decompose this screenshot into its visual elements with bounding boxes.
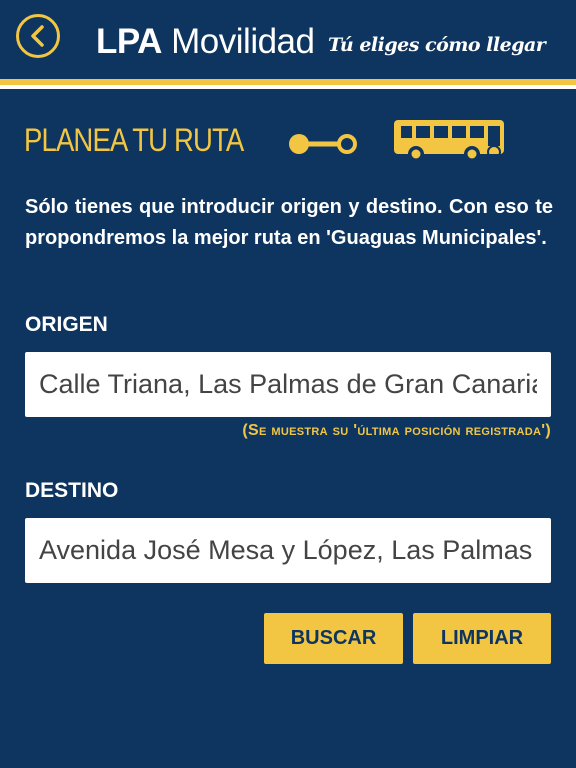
intro-text: Sólo tienes que introducir origen y dest… [25, 196, 553, 249]
route-icon [289, 134, 357, 154]
app-tagline: Tú eliges cómo llegar [328, 34, 546, 56]
origin-label: ORIGEN [25, 313, 108, 336]
chevron-left-icon [31, 25, 44, 47]
bus-icon [394, 120, 504, 162]
planner-screen: LPA Movilidad Tú eliges cómo llegar PLAN… [0, 0, 576, 768]
destination-label: DESTINO [25, 479, 119, 502]
app-title-light: Movilidad [171, 22, 315, 61]
section-title: PLANEA TU RUTA [24, 122, 244, 158]
destination-input[interactable] [25, 518, 551, 583]
clear-button[interactable]: LIMPIAR [413, 613, 551, 664]
origin-hint: (Se muestra su 'última posición registra… [242, 422, 551, 439]
app-title-bold: LPA [96, 22, 162, 61]
header-divider-white [0, 85, 576, 89]
origin-input[interactable] [25, 352, 551, 417]
app-title: LPA Movilidad [96, 20, 315, 64]
app-header: LPA Movilidad Tú eliges cómo llegar [0, 0, 576, 78]
search-button[interactable]: BUSCAR [264, 613, 403, 664]
back-button[interactable] [16, 14, 60, 58]
